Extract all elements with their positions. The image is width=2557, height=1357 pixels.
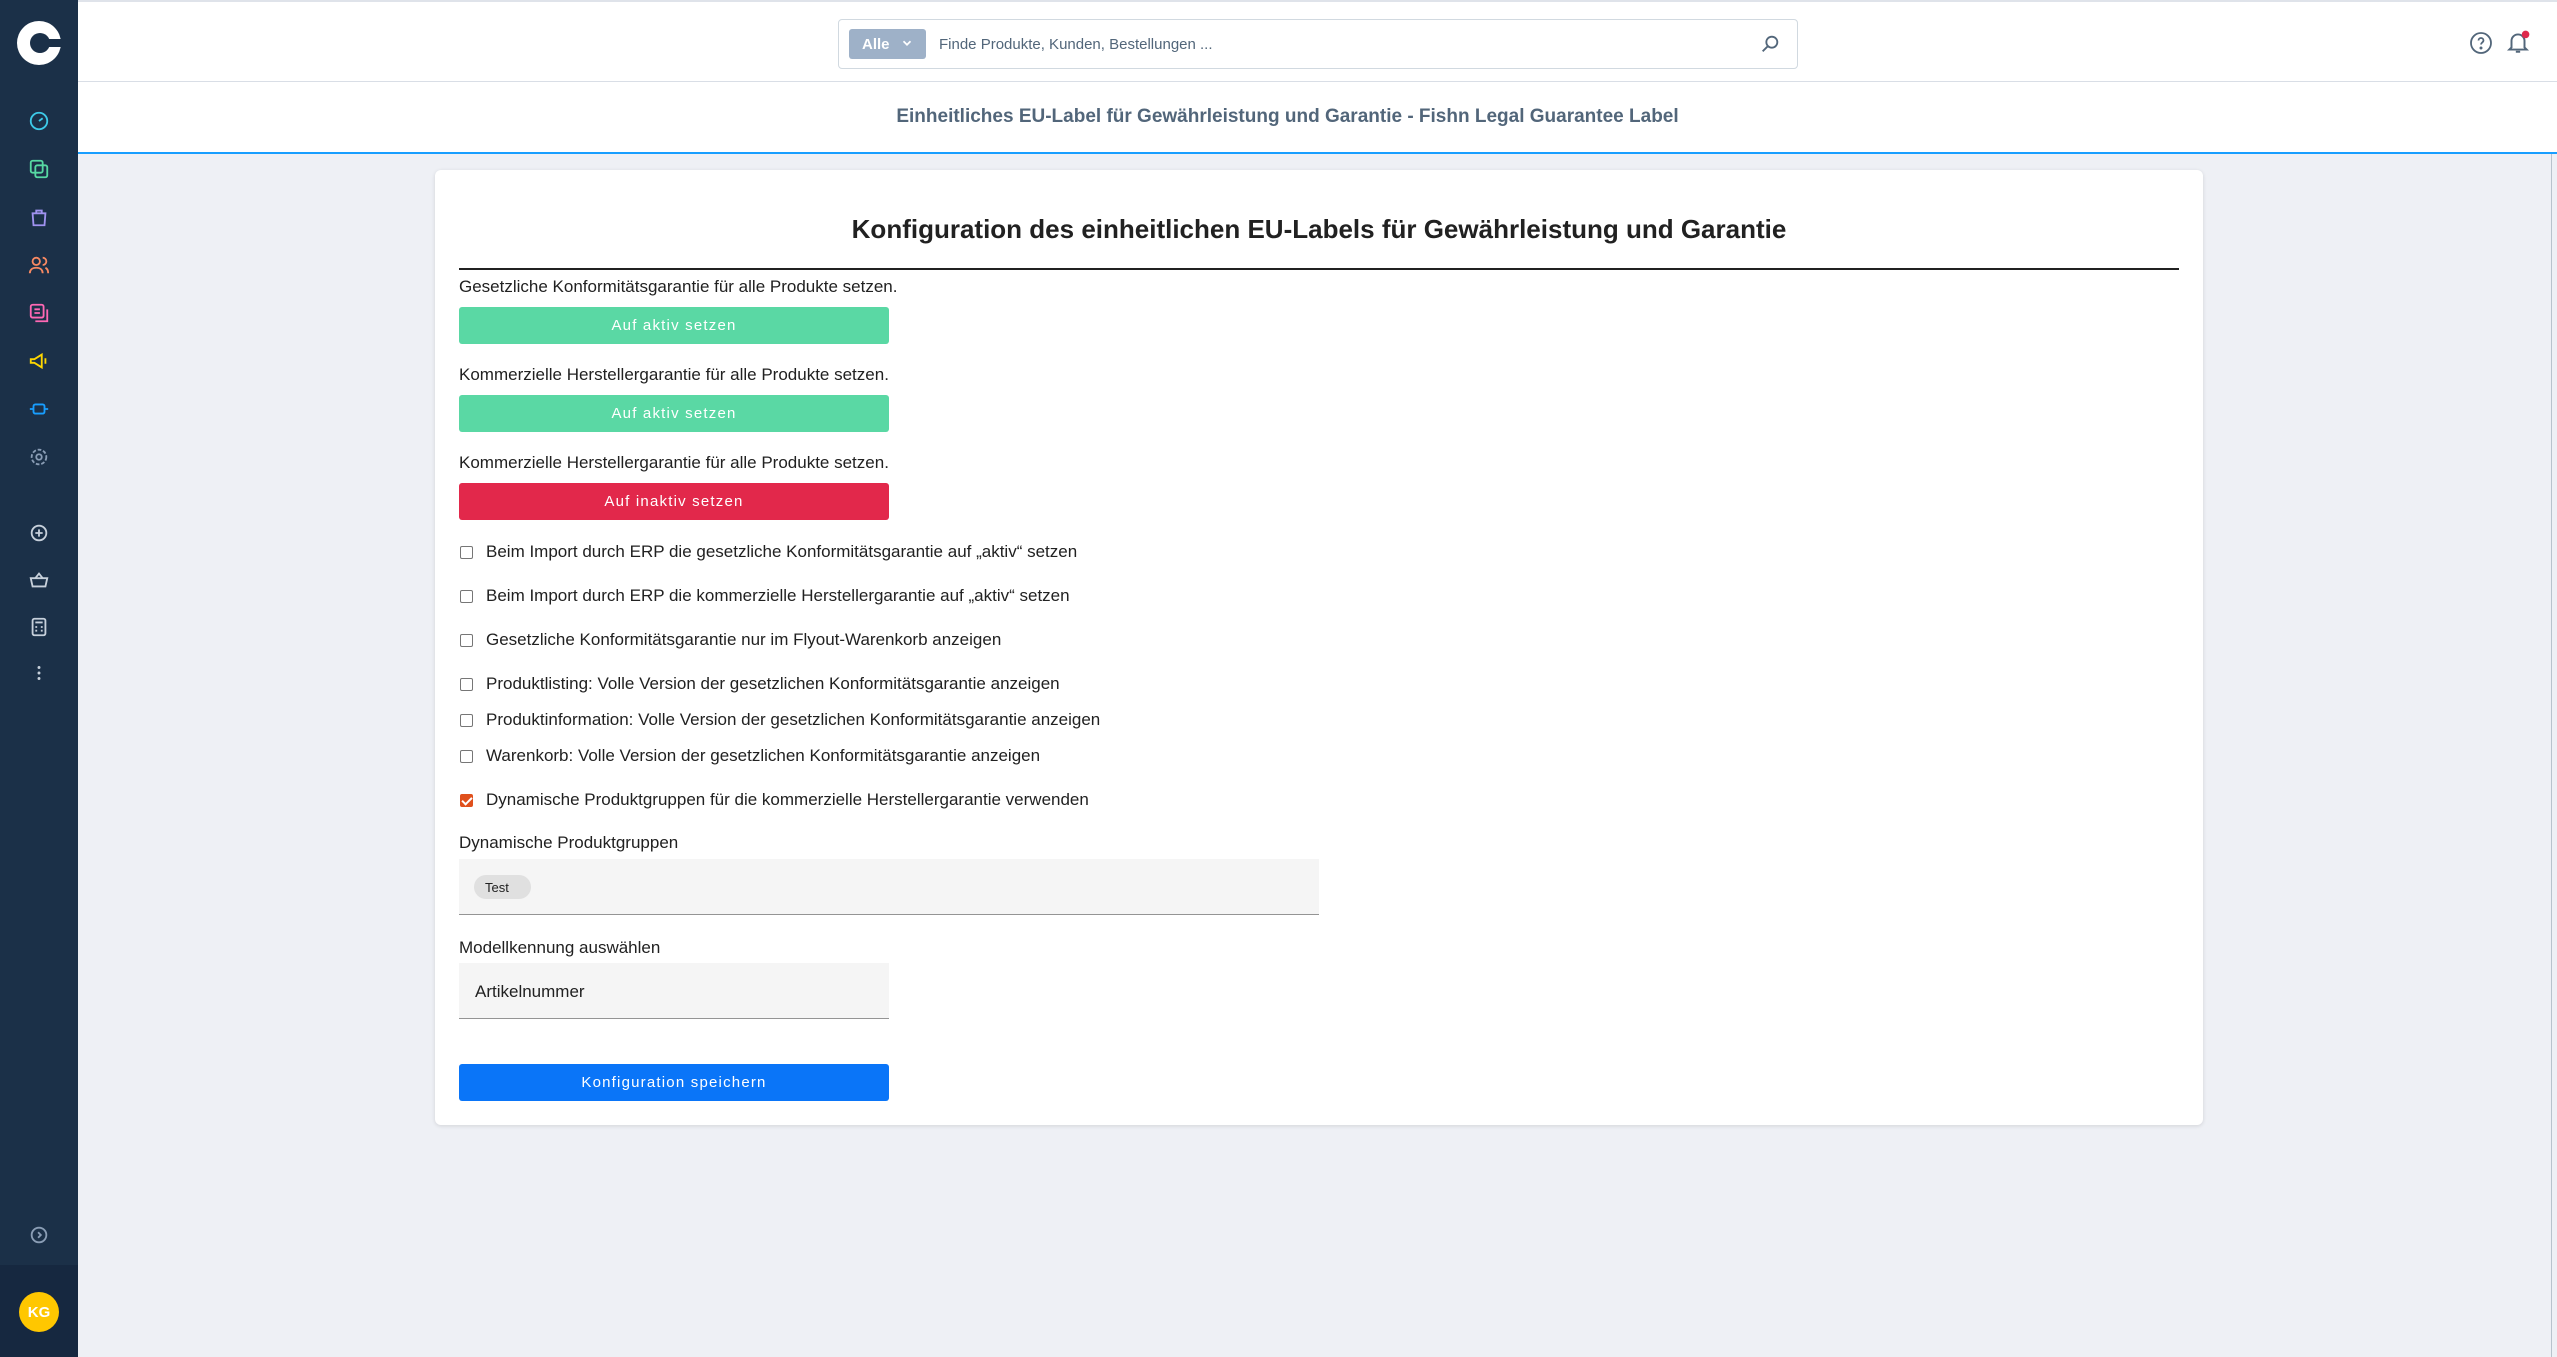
scrollbar[interactable] (2551, 154, 2557, 1357)
search-input[interactable] (939, 29, 1719, 59)
page-title-bar: Einheitliches EU-Label für Gewährleistun… (78, 82, 2557, 154)
settings-icon[interactable] (26, 444, 52, 470)
checkbox-label: Produktinformation: Volle Version der ge… (486, 710, 1101, 729)
notifications-bell-icon[interactable] (2505, 29, 2531, 55)
model-id-label: Modellkennung auswählen (459, 938, 661, 957)
checkbox-erp-commercial-active[interactable]: Beim Import durch ERP die kommerzielle H… (459, 585, 1070, 607)
extensions-icon[interactable] (26, 396, 52, 422)
orders-icon[interactable] (26, 204, 52, 230)
checkbox[interactable] (460, 633, 473, 647)
set-commercial-inactive-button[interactable]: Auf inaktiv setzen (459, 483, 889, 520)
sidebar: KG (0, 0, 78, 1357)
card-title: Konfiguration des einheitlichen EU-Label… (459, 194, 2179, 270)
add-icon[interactable] (26, 520, 52, 546)
config-card: Konfiguration des einheitlichen EU-Label… (435, 170, 2203, 1125)
top-bar: Alle (78, 0, 2557, 82)
checkbox-product-info-full[interactable]: Produktinformation: Volle Version der ge… (459, 709, 1100, 731)
checkbox[interactable] (460, 589, 473, 603)
product-groups-multiselect[interactable]: Test (459, 859, 1319, 915)
checkbox-label: Gesetzliche Konformitätsgarantie nur im … (486, 630, 1002, 649)
marketing-icon[interactable] (26, 348, 52, 374)
checkbox-listing-full[interactable]: Produktlisting: Volle Version der gesetz… (459, 673, 1060, 695)
checkbox[interactable] (460, 749, 473, 763)
checkbox-label: Beim Import durch ERP die gesetzliche Ko… (486, 542, 1078, 561)
dashboard-icon[interactable] (26, 108, 52, 134)
checkbox-flyout-only[interactable]: Gesetzliche Konformitätsgarantie nur im … (459, 629, 1001, 651)
user-avatar[interactable]: KG (19, 1292, 59, 1332)
checkbox-label: Beim Import durch ERP die kommerzielle H… (486, 586, 1070, 605)
checkbox[interactable] (460, 713, 473, 727)
customers-icon[interactable] (26, 252, 52, 278)
search-type-select[interactable]: Alle (849, 29, 926, 59)
page-title: Einheitliches EU-Label für Gewährleistun… (896, 106, 1679, 127)
section-label-commercial-guarantee-inactive: Kommerzielle Herstellergarantie für alle… (459, 453, 889, 472)
checkbox-dynamic-groups[interactable]: Dynamische Produktgruppen für die kommer… (459, 789, 1089, 811)
basket-icon[interactable] (26, 567, 52, 593)
content-icon[interactable] (26, 300, 52, 326)
search-type-label: Alle (862, 35, 890, 53)
checkbox-label: Dynamische Produktgruppen für die kommer… (486, 790, 1089, 809)
model-id-select[interactable]: Artikelnummer (459, 963, 889, 1019)
help-icon[interactable] (2469, 31, 2493, 55)
shopware-logo[interactable] (17, 21, 65, 65)
set-commercial-active-button[interactable]: Auf aktiv setzen (459, 395, 889, 432)
checkbox[interactable] (460, 545, 473, 559)
product-group-chip[interactable]: Test (474, 875, 531, 899)
global-search: Alle (838, 19, 1798, 69)
search-icon[interactable] (1759, 33, 1781, 55)
model-id-value: Artikelnummer (475, 982, 585, 1001)
checkbox[interactable] (460, 677, 473, 691)
checkbox-checked[interactable] (460, 793, 473, 807)
checkbox-cart-full[interactable]: Warenkorb: Volle Version der gesetzliche… (459, 745, 1040, 767)
section-label-commercial-guarantee: Kommerzielle Herstellergarantie für alle… (459, 365, 889, 384)
catalogue-icon[interactable] (26, 156, 52, 182)
section-label-legal-guarantee: Gesetzliche Konformitätsgarantie für all… (459, 277, 898, 296)
set-legal-active-button[interactable]: Auf aktiv setzen (459, 307, 889, 344)
product-groups-label: Dynamische Produktgruppen (459, 833, 679, 852)
save-configuration-button[interactable]: Konfiguration speichern (459, 1064, 889, 1101)
checkbox-label: Produktlisting: Volle Version der gesetz… (486, 674, 1060, 693)
collapse-sidebar-icon[interactable] (26, 1222, 52, 1248)
more-icon[interactable] (26, 660, 52, 686)
chevron-down-icon (902, 40, 912, 46)
checkbox-label: Warenkorb: Volle Version der gesetzliche… (486, 746, 1041, 765)
calculator-icon[interactable] (26, 614, 52, 640)
checkbox-erp-legal-active[interactable]: Beim Import durch ERP die gesetzliche Ko… (459, 541, 1077, 563)
